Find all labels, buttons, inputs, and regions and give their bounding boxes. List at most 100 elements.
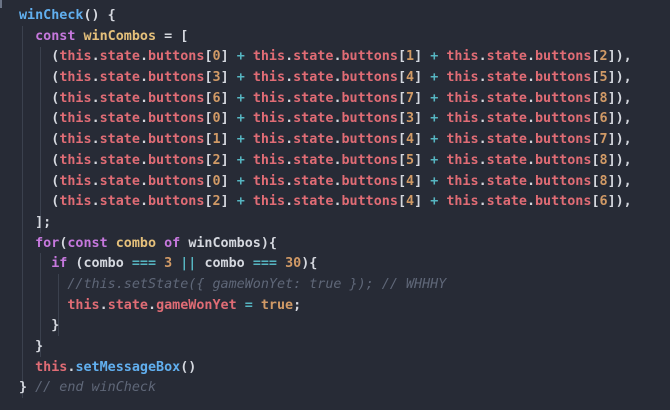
code-token: ] xyxy=(220,132,237,148)
code-token: [ xyxy=(204,173,213,189)
code-line: this.setMessageBox() xyxy=(19,358,632,379)
code-token: ( xyxy=(19,152,60,168)
code-token: of xyxy=(164,235,181,251)
code-token: ]), xyxy=(607,132,632,148)
code-line: const winCombos = [ xyxy=(19,27,632,48)
code-token: true xyxy=(260,297,294,313)
code-token: 5 xyxy=(406,152,415,168)
code-token: + xyxy=(236,111,245,127)
code-token: combo xyxy=(83,256,124,272)
code-token: . xyxy=(478,152,487,168)
code-token: . xyxy=(526,70,535,86)
code-token: state xyxy=(486,90,527,106)
code-token: } xyxy=(19,318,60,334)
code-line: for(const combo of winCombos){ xyxy=(19,234,632,255)
code-token: this xyxy=(59,173,92,189)
code-token: state xyxy=(486,132,527,148)
code-token: . xyxy=(91,173,100,189)
code-token: [ xyxy=(204,111,213,127)
code-token: state xyxy=(486,111,527,127)
code-token: ]), xyxy=(607,152,632,168)
code-token: this xyxy=(59,194,92,210)
code-token: || xyxy=(180,256,197,272)
code-token: ){ xyxy=(301,256,318,272)
code-line: this.state.gameWonYet = true; xyxy=(19,296,632,317)
code-token: 7 xyxy=(599,132,608,148)
code-token: . xyxy=(139,49,148,65)
code-token: [ xyxy=(591,111,600,127)
code-token: state xyxy=(99,152,140,168)
code-token: this xyxy=(252,173,286,189)
code-token: state xyxy=(293,173,334,189)
code-token: ] xyxy=(414,194,431,210)
code-token: ] xyxy=(220,90,237,106)
code-line: } xyxy=(19,316,632,337)
code-token: . xyxy=(91,152,100,168)
code-token: + xyxy=(236,173,245,189)
code-token: buttons xyxy=(341,111,398,127)
code-token: . xyxy=(333,194,342,210)
code-token: === xyxy=(131,256,157,272)
code-token: this xyxy=(252,70,286,86)
code-token: this xyxy=(446,152,479,168)
code-token: state xyxy=(293,70,334,86)
code-token: ( xyxy=(19,173,60,189)
code-token: + xyxy=(236,49,245,65)
code-token: if xyxy=(51,256,68,272)
cursor-marker xyxy=(0,0,2,8)
code-token: . xyxy=(285,111,294,127)
code-token: buttons xyxy=(341,194,398,210)
code-token: buttons xyxy=(341,152,398,168)
code-token: 4 xyxy=(406,70,415,86)
code-token: buttons xyxy=(148,194,205,210)
code-token: [ xyxy=(591,70,600,86)
code-token: this xyxy=(446,194,479,210)
code-token: this xyxy=(252,90,286,106)
code-token: combo xyxy=(204,256,245,272)
code-token: state xyxy=(293,194,334,210)
code-token: 2 xyxy=(212,152,221,168)
code-token: = xyxy=(244,297,253,313)
code-token: [ xyxy=(204,194,213,210)
code-token: . xyxy=(333,90,342,106)
code-token: [ xyxy=(397,90,406,106)
code-token: ] xyxy=(220,49,237,65)
code-token: ] xyxy=(220,194,237,210)
code-token: 0 xyxy=(212,173,221,189)
code-token: . xyxy=(333,152,342,168)
code-token: . xyxy=(285,49,294,65)
code-token: this xyxy=(446,132,479,148)
code-token: = [ xyxy=(156,28,189,44)
code-token: buttons xyxy=(535,132,592,148)
code-token: state xyxy=(293,111,334,127)
code-token: 4 xyxy=(406,194,415,210)
code-token: this xyxy=(252,111,286,127)
code-token: for xyxy=(35,235,60,251)
code-token: state xyxy=(293,152,334,168)
code-token: state xyxy=(99,90,140,106)
code-token: . xyxy=(285,194,294,210)
code-token: combo xyxy=(115,235,157,251)
code-line: if (combo === 3 || combo === 30){ xyxy=(19,254,632,275)
code-token: winCheck xyxy=(19,8,84,23)
code-token: . xyxy=(478,90,487,106)
code-editor[interactable]: winCheck() { const winCombos = [ (this.s… xyxy=(0,0,670,410)
code-token: buttons xyxy=(148,111,205,127)
code-token: } xyxy=(19,339,44,354)
code-token: this xyxy=(252,194,286,210)
code-token: . xyxy=(478,173,487,189)
code-token: buttons xyxy=(341,173,398,189)
code-line: (this.state.buttons[3] + this.state.butt… xyxy=(19,68,632,89)
code-token: [ xyxy=(397,70,406,86)
code-token: ] xyxy=(220,111,237,127)
code-token: buttons xyxy=(535,70,592,86)
code-token: + xyxy=(236,132,245,148)
code-token: [ xyxy=(204,152,213,168)
code-comment: // end winCheck xyxy=(35,380,157,396)
